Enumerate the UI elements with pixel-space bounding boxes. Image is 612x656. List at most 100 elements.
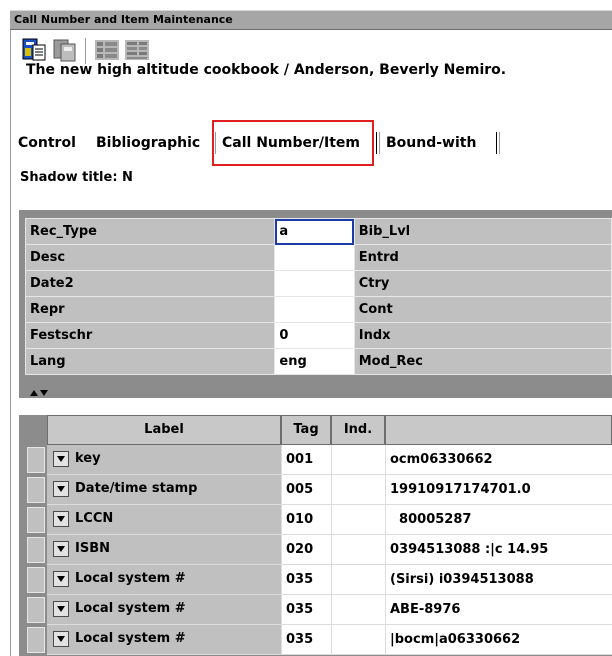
field-label: LCCN: [75, 511, 114, 526]
field-label-cell: LCCN: [47, 505, 281, 535]
ind-cell[interactable]: [331, 625, 385, 655]
value-cell[interactable]: 80005287: [385, 505, 612, 535]
splitter-arrows-icon[interactable]: [29, 388, 49, 401]
tag-cell[interactable]: 035: [281, 625, 331, 655]
fixed-field-label: Festschr: [24, 322, 276, 349]
fixed-field-label: Ctry: [353, 270, 612, 297]
dropdown-arrow-icon[interactable]: [53, 571, 69, 587]
tag-cell[interactable]: 020: [281, 535, 331, 565]
table-row: ISBN 020 0394513088 :|c 14.95: [19, 535, 612, 565]
dropdown-arrow-icon[interactable]: [53, 481, 69, 497]
ind-cell[interactable]: [331, 535, 385, 565]
ind-cell[interactable]: [331, 445, 385, 475]
toolbar-separator: [85, 38, 89, 64]
fixed-field-label: Desc: [24, 244, 276, 271]
field-label: Local system #: [75, 571, 186, 586]
row-selector[interactable]: [27, 597, 45, 623]
dropdown-arrow-icon[interactable]: [53, 451, 69, 467]
column-header-value[interactable]: [385, 415, 612, 445]
tag-cell[interactable]: 035: [281, 565, 331, 595]
fixed-field-row: Rec_Type a Bib_Lvl: [24, 218, 612, 245]
value-cell[interactable]: ABE-8976: [385, 595, 612, 625]
row-selector[interactable]: [27, 507, 45, 533]
fixed-field-label: Indx: [353, 322, 612, 349]
tag-cell[interactable]: 005: [281, 475, 331, 505]
dropdown-arrow-icon[interactable]: [53, 511, 69, 527]
table-row: Local system # 035 (Sirsi) i0394513088: [19, 565, 612, 595]
tab-bibliographic[interactable]: Bibliographic: [96, 130, 200, 156]
fixed-field-row: Repr Cont: [24, 296, 612, 323]
table-row: Local system # 035 |bocm|a06330662: [19, 625, 612, 655]
field-label: key: [75, 451, 101, 466]
fixed-field-value[interactable]: [274, 296, 355, 323]
fixed-field-label: Cont: [353, 296, 612, 323]
shadow-title: Shadow title: N: [20, 170, 133, 185]
fixed-field-row: Date2 Ctry: [24, 270, 612, 297]
row-selector[interactable]: [27, 447, 45, 473]
grid-view-icon[interactable]: [123, 36, 151, 64]
fixed-field-row: Lang eng Mod_Rec: [24, 348, 612, 375]
field-label: Date/time stamp: [75, 481, 198, 496]
fixed-field-label: Lang: [24, 348, 276, 375]
marc-field-grid: Label Tag Ind. key 001 ocm06330662 Date/…: [19, 415, 612, 656]
value-cell[interactable]: 19910917174701.0: [385, 475, 612, 505]
row-selector[interactable]: [27, 627, 45, 653]
tab-bound-with[interactable]: Bound-with: [386, 130, 476, 156]
tab-separator: [376, 132, 380, 154]
tab-control[interactable]: Control: [18, 130, 76, 156]
value-cell[interactable]: (Sirsi) i0394513088: [385, 565, 612, 595]
fixed-field-value[interactable]: [274, 270, 355, 297]
item-copy-icon[interactable]: [51, 36, 79, 64]
dropdown-arrow-icon[interactable]: [53, 631, 69, 647]
dropdown-arrow-icon[interactable]: [53, 601, 69, 617]
field-label: Local system #: [75, 601, 186, 616]
field-label-cell: ISBN: [47, 535, 281, 565]
field-label: ISBN: [75, 541, 110, 556]
fixed-field-value[interactable]: [274, 244, 355, 271]
ind-cell[interactable]: [331, 565, 385, 595]
row-selector[interactable]: [27, 567, 45, 593]
list-view-icon[interactable]: [93, 36, 121, 64]
fixed-field-value[interactable]: eng: [274, 348, 355, 375]
column-header-ind[interactable]: Ind.: [331, 415, 385, 445]
ind-cell[interactable]: [331, 505, 385, 535]
ind-cell[interactable]: [331, 475, 385, 505]
fixed-field-value[interactable]: 0: [274, 322, 355, 349]
value-cell[interactable]: 0394513088 :|c 14.95: [385, 535, 612, 565]
column-header-tag[interactable]: Tag: [281, 415, 331, 445]
dropdown-arrow-icon[interactable]: [53, 541, 69, 557]
row-selector[interactable]: [27, 537, 45, 563]
tag-cell[interactable]: 035: [281, 595, 331, 625]
fixed-field-label: Repr: [24, 296, 276, 323]
field-label-cell: Local system #: [47, 625, 281, 655]
tab-separator: [496, 132, 500, 154]
table-row: Local system # 035 ABE-8976: [19, 595, 612, 625]
table-row: LCCN 010 80005287: [19, 505, 612, 535]
column-header-label[interactable]: Label: [47, 415, 281, 445]
tag-cell[interactable]: 001: [281, 445, 331, 475]
fixed-field-row: Desc Entrd: [24, 244, 612, 271]
record-title: The new high altitude cookbook / Anderso…: [26, 62, 507, 78]
fixed-fields-table: Rec_Type a Bib_Lvl Desc Entrd Date2 Ctry…: [24, 218, 612, 375]
tab-highlight-box: [212, 120, 374, 166]
value-cell[interactable]: |bocm|a06330662: [385, 625, 612, 655]
field-label-cell: Local system #: [47, 595, 281, 625]
value-cell[interactable]: ocm06330662: [385, 445, 612, 475]
fixed-fields-panel: Rec_Type a Bib_Lvl Desc Entrd Date2 Ctry…: [19, 210, 612, 398]
tag-cell[interactable]: 010: [281, 505, 331, 535]
fixed-field-label: Mod_Rec: [353, 348, 612, 375]
fixed-field-label: Date2: [24, 270, 276, 297]
window-title-bar: Call Number and Item Maintenance: [10, 10, 612, 30]
fixed-field-label: Bib_Lvl: [353, 218, 612, 245]
field-label-cell: Date/time stamp: [47, 475, 281, 505]
catalog-record-icon[interactable]: [21, 36, 49, 64]
fixed-field-label: Entrd: [353, 244, 612, 271]
field-label: Local system #: [75, 631, 186, 646]
fixed-field-value[interactable]: a: [274, 218, 355, 245]
table-row: key 001 ocm06330662: [19, 445, 612, 475]
ind-cell[interactable]: [331, 595, 385, 625]
field-label-cell: key: [47, 445, 281, 475]
row-selector[interactable]: [27, 477, 45, 503]
window-title: Call Number and Item Maintenance: [14, 13, 233, 26]
fixed-field-row: Festschr 0 Indx: [24, 322, 612, 349]
